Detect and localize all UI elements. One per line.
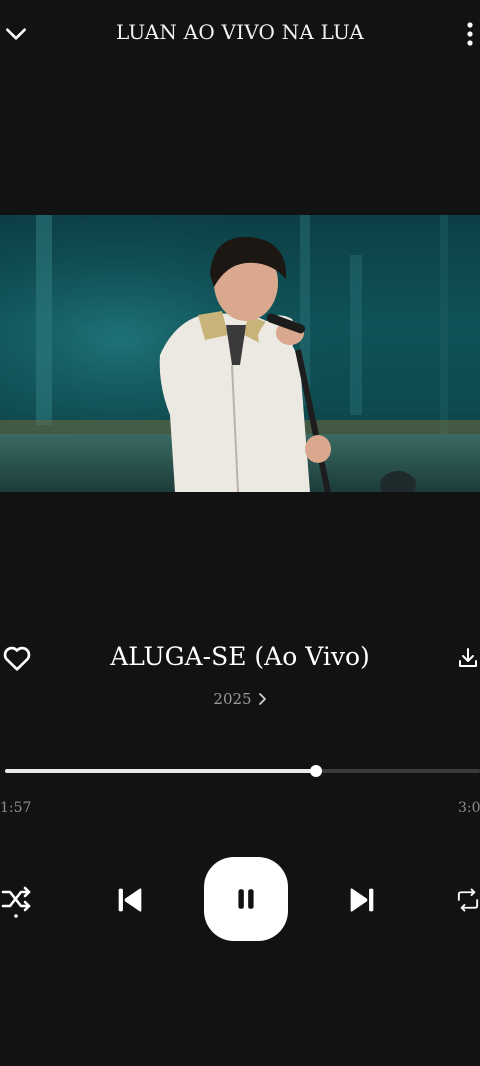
more-vertical-icon	[467, 22, 473, 46]
progress-thumb[interactable]	[310, 765, 323, 777]
skip-previous-icon	[118, 888, 142, 912]
page-title: LUAN AO VIVO NA LUA	[115, 20, 365, 44]
pause-icon	[238, 889, 254, 909]
shuffle-button[interactable]	[0, 880, 34, 920]
download-icon	[459, 648, 477, 667]
repeat-icon	[457, 888, 479, 912]
previous-button[interactable]	[110, 880, 150, 920]
pause-button[interactable]	[204, 857, 288, 941]
progress-fill	[5, 769, 317, 773]
album-year-link[interactable]: 2025	[0, 690, 480, 709]
video-player[interactable]	[0, 215, 480, 492]
concert-performer-image	[0, 215, 480, 492]
album-year: 2025	[213, 690, 252, 708]
progress-bar[interactable]	[5, 765, 480, 777]
repeat-button[interactable]	[456, 880, 480, 920]
next-button[interactable]	[342, 880, 382, 920]
elapsed-time: 1:57	[0, 800, 32, 816]
total-time: 3:0	[458, 800, 480, 816]
chevron-right-icon	[258, 691, 267, 709]
skip-next-icon	[350, 888, 374, 912]
song-title: ALUGA-SE (Ao Vivo)	[110, 642, 370, 671]
more-options-button[interactable]	[460, 18, 480, 50]
download-button[interactable]	[456, 641, 480, 675]
shuffle-icon	[1, 886, 31, 918]
